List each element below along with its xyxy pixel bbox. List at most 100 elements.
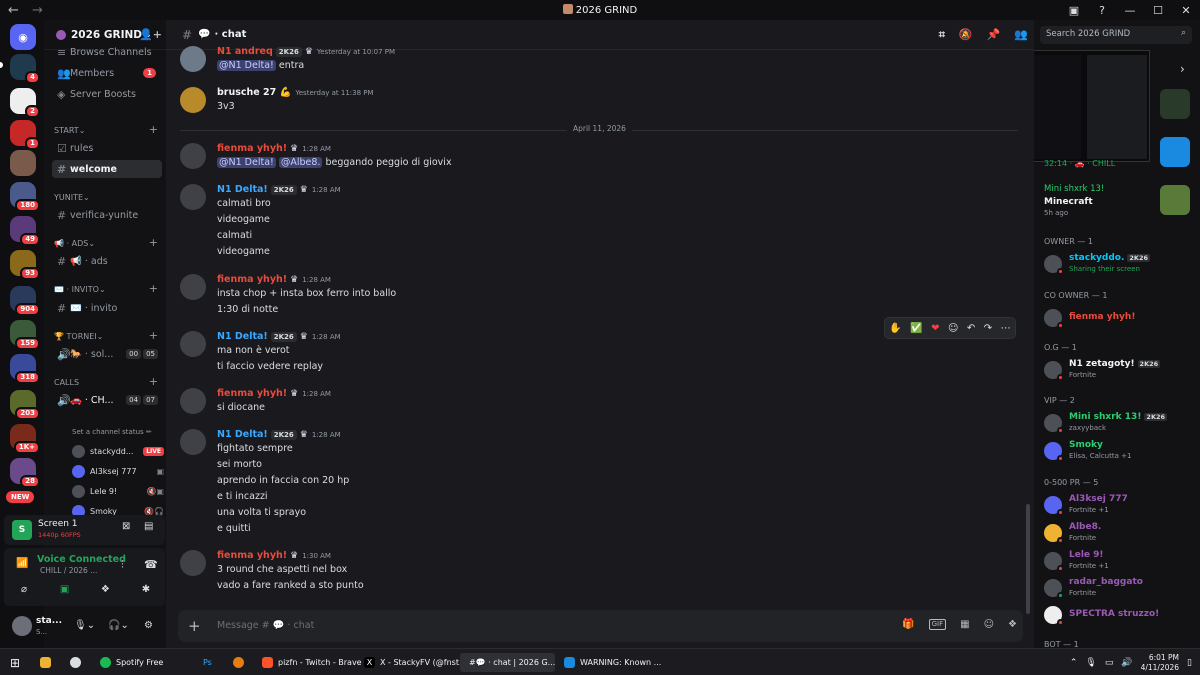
member-item[interactable]: Smoky Elisa, Calcutta +1 [1044, 440, 1194, 464]
avatar[interactable] [180, 429, 206, 455]
taskbar-blender[interactable] [229, 653, 253, 672]
category-yunite[interactable]: YUNITE ⌄ [54, 193, 164, 202]
avatar[interactable] [180, 388, 206, 414]
voice-channel-chill[interactable]: 🔊 🚗 · CH... 04 07 [52, 391, 162, 409]
notification-icon[interactable]: ▯ [1187, 658, 1192, 668]
members-item[interactable]: 👥 Members 1 [52, 64, 162, 82]
stream-settings-button[interactable]: ▤ [144, 521, 153, 532]
channel-verifica-yunite[interactable]: # verifica-yunite [52, 206, 162, 224]
category-tornei[interactable]: 🏆 TORNEI ⌄ + [54, 330, 164, 341]
share-screen-button[interactable]: ▣ [51, 582, 79, 598]
member-item[interactable]: Albe8. Fortnite [1044, 522, 1194, 546]
volume-icon[interactable]: 🔊 [1121, 658, 1132, 668]
taskbar-brave[interactable]: pizfn - Twitch - Brave [258, 653, 366, 672]
mic-icon[interactable]: 🎙⌄ [74, 620, 95, 631]
avatar[interactable] [180, 184, 206, 210]
server-folder[interactable]: 318 [10, 354, 40, 384]
member-item[interactable]: N1 zetagoty! 2K26 Fortnite [1044, 359, 1194, 383]
upload-plus-icon[interactable]: + [188, 617, 201, 635]
server-folder[interactable]: 28 [10, 458, 40, 488]
member-item[interactable]: radar_baggato Fortnite [1044, 577, 1194, 601]
avatar[interactable] [180, 46, 206, 72]
forward-arrow-icon[interactable]: → [32, 3, 48, 18]
taskbar-discord[interactable]: #💬 · chat | 2026 G... [460, 653, 555, 672]
channel-ads[interactable]: # 📢 · ads [52, 252, 162, 270]
add-channel-icon[interactable]: + [149, 237, 158, 248]
steam-icon[interactable] [66, 653, 90, 672]
voice-channel-tornei[interactable]: 🔊 🐎 · sol... 00 05 [52, 345, 162, 363]
heart-emoji-reaction[interactable]: ❤ [931, 323, 939, 334]
avatar[interactable] [180, 550, 206, 576]
channel-rules[interactable]: ☑ rules [52, 139, 162, 157]
stream-preview[interactable] [1034, 50, 1150, 162]
mention[interactable]: @Albe8. [278, 157, 323, 168]
member-item[interactable]: Al3ksej 777 Fortnite +1 [1044, 494, 1194, 518]
gif-icon[interactable]: GIF [928, 619, 947, 630]
inbox-icon[interactable]: ▣ [1060, 4, 1088, 17]
avatar[interactable] [180, 331, 206, 357]
forward-icon[interactable]: ↷ [984, 323, 992, 334]
server-folder[interactable]: 904 [10, 286, 40, 316]
network-icon[interactable]: ▭ [1105, 658, 1114, 668]
server-boosts[interactable]: ◈ Server Boosts [52, 85, 162, 103]
server-folder[interactable]: 180 [10, 182, 40, 212]
avatar[interactable] [12, 616, 32, 636]
disconnect-icon[interactable]: ☎ [144, 558, 158, 571]
gta-icon[interactable] [1160, 89, 1190, 119]
add-channel-icon[interactable]: + [149, 124, 158, 135]
file-explorer-icon[interactable] [36, 653, 60, 672]
gear-icon[interactable]: ⚙ [144, 620, 153, 631]
taskbar-spotify[interactable]: Spotify Free [96, 653, 167, 672]
add-member-icon[interactable]: 👤+ [139, 28, 162, 41]
sticker-icon[interactable]: ▦ [960, 619, 969, 630]
emoji-icon[interactable]: ☺ [984, 619, 994, 630]
stop-stream-button[interactable]: ⊠ [122, 521, 130, 532]
soundboard-button[interactable]: ✱ [132, 582, 160, 598]
activities-button[interactable]: ❖ [91, 582, 119, 598]
chevron-right-icon[interactable]: › [1180, 62, 1185, 76]
microphone-icon[interactable]: 🎙 [1085, 658, 1096, 668]
channel-invito[interactable]: # ✉️ · invito [52, 299, 162, 317]
server-folder[interactable]: 49 [10, 216, 40, 246]
message-composer[interactable]: + Message # 💬 · chat 🎁 GIF ▦ ☺ ❖ [178, 610, 1023, 642]
member-item[interactable]: fienma yhyh! [1044, 307, 1194, 331]
voice-user[interactable]: Lele 9! 🔇▣ [72, 483, 164, 499]
server-folder[interactable]: 1K+ [10, 424, 40, 454]
chat-scrollbar[interactable] [1026, 504, 1030, 614]
minecraft-icon[interactable] [1160, 185, 1190, 215]
back-arrow-icon[interactable]: ← [8, 3, 24, 18]
close-button[interactable]: ✕ [1172, 4, 1200, 17]
avatar[interactable] [180, 274, 206, 300]
mention[interactable]: @N1 Delta! [217, 60, 276, 71]
category-ads[interactable]: 📢 · ADS ⌄ + [54, 237, 164, 248]
avatar[interactable] [180, 87, 206, 113]
add-channel-icon[interactable]: + [149, 376, 158, 387]
taskbar-fortnite[interactable]: WARNING: Known ... [560, 653, 665, 672]
camera-off-button[interactable]: ⌀ [10, 582, 38, 598]
server-folder[interactable]: 93 [10, 250, 40, 280]
avatar[interactable] [180, 143, 206, 169]
more-icon[interactable]: ⋯ [1001, 323, 1011, 334]
category-start[interactable]: START ⌄ + [54, 124, 164, 135]
taskbar-photoshop[interactable]: Ps [199, 653, 216, 672]
category-invito[interactable]: ✉️ · invito ⌄ + [54, 283, 164, 294]
category-calls[interactable]: CALLS + [54, 376, 164, 387]
server-icon[interactable]: 2 [10, 88, 40, 118]
set-channel-status[interactable]: Set a channel status ✏ [72, 428, 152, 436]
member-item[interactable]: SPECTRA struzzo! [1044, 604, 1194, 628]
discord-home-button[interactable]: ◉ [10, 24, 36, 50]
server-icon[interactable]: 4 [10, 54, 40, 84]
clock[interactable]: 6:01 PM 4/11/2026 [1141, 653, 1179, 673]
channel-welcome[interactable]: # welcome [52, 160, 162, 178]
gift-icon[interactable]: 🎁 [902, 619, 914, 630]
start-button[interactable]: ⊞ [6, 653, 24, 672]
threads-icon[interactable]: ⌗ [939, 28, 945, 42]
pin-icon[interactable]: 📌 [987, 28, 1001, 42]
member-item[interactable]: Lele 9! Fortnite +1 [1044, 550, 1194, 574]
add-channel-icon[interactable]: + [149, 330, 158, 341]
headphones-icon[interactable]: 🎧⌄ [108, 620, 129, 631]
server-folder[interactable]: 203 [10, 390, 40, 420]
voice-user[interactable]: Al3ksej 777 ▣ [72, 463, 164, 479]
browse-channels[interactable]: ≡ Browse Channels [52, 43, 162, 61]
help-icon[interactable]: ? [1088, 4, 1116, 17]
